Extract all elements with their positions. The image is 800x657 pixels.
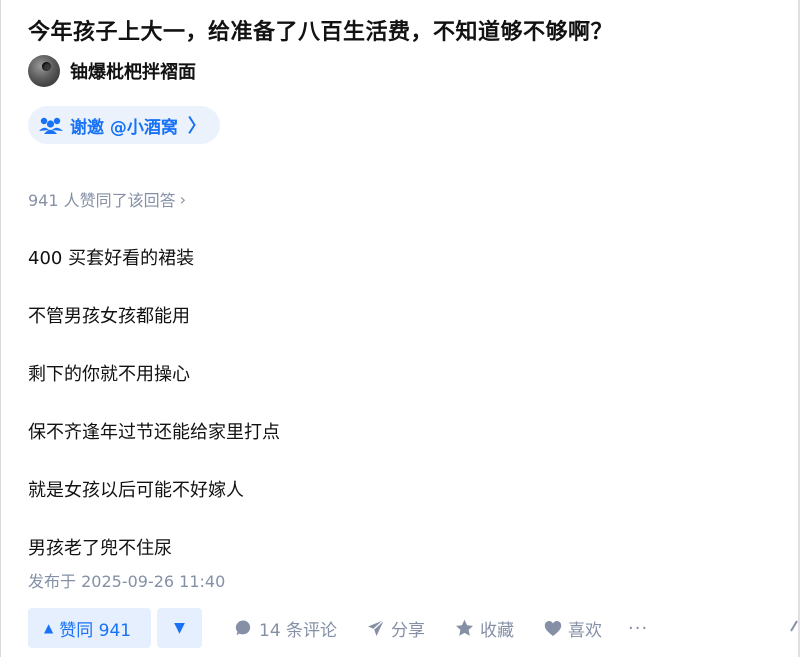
author-name[interactable]: 铀爆枇杷拌褶面 [70, 58, 196, 84]
upvote-summary[interactable]: 941 人赞同了该回答 › [28, 187, 186, 211]
answer-paragraph: 剩下的你就不用操心 [28, 364, 190, 385]
answer-paragraph: 男孩老了兜不住尿 [28, 538, 172, 559]
left-border [0, 0, 1, 657]
invite-button[interactable]: 谢邀 @小酒窝 〉 [28, 106, 220, 144]
upvote-button[interactable]: ▲ 赞同 941 [28, 608, 151, 648]
like-button[interactable]: 喜欢 [544, 616, 602, 641]
invite-label: 谢邀 @小酒窝 [70, 117, 178, 138]
upvote-summary-text: 941 人赞同了该回答 [28, 191, 176, 210]
chevron-right-icon: 〉 [187, 116, 206, 137]
answer-paragraph: 就是女孩以后可能不好嫁人 [28, 480, 244, 501]
downvote-button[interactable]: ▼ [157, 608, 202, 648]
share-icon [368, 619, 385, 636]
answer-paragraph: 保不齐逢年过节还能给家里打点 [28, 422, 280, 443]
comments-button[interactable]: 14 条评论 [235, 616, 337, 641]
published-time[interactable]: 发布于 2025-09-26 11:40 [28, 568, 225, 592]
chevron-right-icon: › [179, 189, 187, 209]
favorite-button[interactable]: 收藏 [455, 616, 514, 641]
pencil-icon[interactable] [789, 619, 799, 633]
heart-icon [544, 620, 562, 636]
triangle-up-icon: ▲ [44, 621, 54, 635]
action-bar: ▲ 赞同 941 ▼ 14 条评论 分享 收藏 喜欢 ··· [28, 608, 648, 648]
share-label: 分享 [391, 620, 426, 641]
like-label: 喜欢 [568, 620, 603, 641]
answer-paragraph: 400 买套好看的裙装 [28, 248, 195, 269]
avatar[interactable] [28, 55, 60, 87]
people-icon [39, 117, 63, 134]
more-icon[interactable]: ··· [628, 618, 648, 639]
triangle-down-icon: ▼ [174, 620, 185, 636]
favorite-label: 收藏 [480, 620, 515, 641]
answer-paragraph: 不管男孩女孩都能用 [28, 306, 190, 327]
comments-label: 14 条评论 [259, 620, 338, 641]
star-icon [456, 619, 474, 636]
share-button[interactable]: 分享 [367, 616, 425, 641]
upvote-label: 赞同 941 [59, 620, 132, 641]
question-title[interactable]: 今年孩子上大一，给准备了八百生活费，不知道够不够啊？ [28, 14, 613, 46]
author-row: 铀爆枇杷拌褶面 [28, 55, 196, 87]
comment-icon [235, 620, 251, 636]
